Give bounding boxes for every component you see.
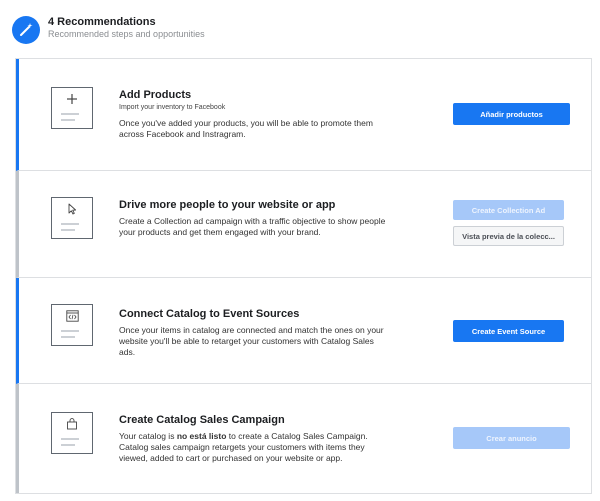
thumbnail-line [61, 119, 75, 121]
thumbnail-line [61, 113, 79, 115]
catalog-status-text: no está listo [176, 431, 227, 441]
plus-icon [52, 93, 92, 105]
card-description: Create a Collection ad campaign with a t… [119, 216, 386, 237]
card-description: Once you've added your products, you wil… [119, 118, 373, 139]
shopping-bag-icon [52, 418, 92, 430]
card-catalog-sales: Create Catalog Sales Campaign Your catal… [16, 384, 591, 493]
cursor-icon [52, 203, 92, 215]
recommendations-subtitle: Recommended steps and opportunities [48, 29, 205, 39]
card-drive-traffic: Drive more people to your website or app… [16, 171, 591, 278]
magic-wand-icon [12, 16, 40, 44]
card-description: Your catalog is no está listo to create … [119, 431, 384, 464]
create-ad-button[interactable]: Crear anuncio [453, 427, 570, 449]
drive-traffic-thumbnail [51, 197, 93, 239]
add-products-thumbnail [51, 87, 93, 129]
add-products-button[interactable]: Añadir productos [453, 103, 570, 125]
card-description: Once your items in catalog are connected… [119, 325, 384, 357]
thumbnail-line [61, 336, 75, 338]
create-collection-ad-button[interactable]: Create Collection Ad [453, 200, 564, 220]
thumbnail-line [61, 444, 75, 446]
catalog-sales-thumbnail [51, 412, 93, 454]
card-subtitle: Import your inventory to Facebook [119, 104, 226, 111]
card-title: Create Catalog Sales Campaign [119, 414, 285, 426]
card-title: Connect Catalog to Event Sources [119, 308, 300, 320]
thumbnail-line [61, 229, 75, 231]
card-title: Drive more people to your website or app [119, 199, 336, 211]
thumbnail-line [61, 438, 79, 440]
card-title: Add Products [119, 89, 192, 101]
card-add-products: Add Products Import your inventory to Fa… [16, 59, 591, 171]
connect-catalog-thumbnail [51, 304, 93, 346]
thumbnail-line [61, 330, 79, 332]
code-window-icon [52, 310, 92, 322]
recommendations-title: 4 Recommendations [48, 16, 156, 28]
recommendations-list: Add Products Import your inventory to Fa… [15, 58, 592, 494]
description-text: Your catalog is [119, 431, 177, 441]
thumbnail-line [61, 223, 79, 225]
create-event-source-button[interactable]: Create Event Source [453, 320, 564, 342]
collection-preview-button[interactable]: Vista previa de la colecc... [453, 226, 564, 246]
card-connect-catalog: Connect Catalog to Event Sources Once yo… [16, 278, 591, 384]
